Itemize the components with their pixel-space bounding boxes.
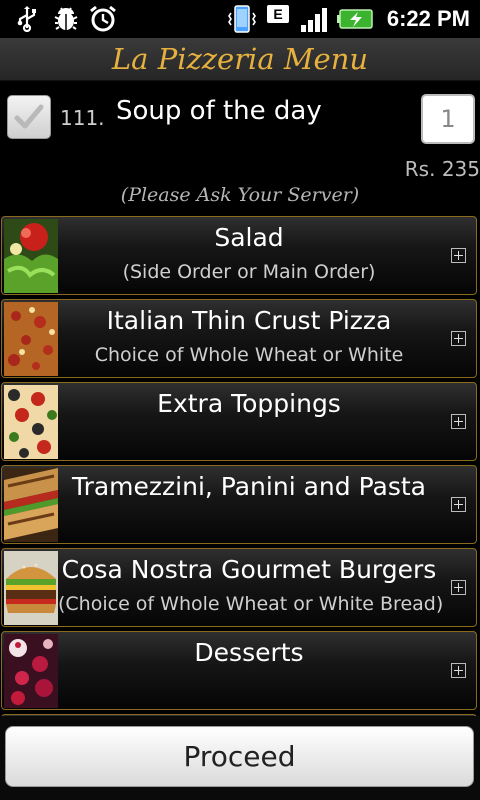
category-title: Salad bbox=[214, 223, 284, 252]
category-pizza[interactable]: Italian Thin Crust Pizza Choice of Whole… bbox=[1, 299, 477, 378]
category-burgers[interactable]: Cosa Nostra Gourmet Burgers (Choice of W… bbox=[1, 548, 477, 627]
proceed-button[interactable]: Proceed bbox=[5, 726, 474, 787]
category-subtitle: (Choice of Whole Wheat or White Bread) bbox=[58, 593, 444, 615]
expand-plus-icon[interactable] bbox=[451, 248, 466, 263]
soup-item-number: 111. bbox=[60, 106, 105, 130]
salad-thumbnail bbox=[4, 219, 58, 293]
quantity-field[interactable]: 1 bbox=[421, 94, 475, 144]
alarm-clock-icon bbox=[86, 3, 120, 35]
server-note: (Please Ask Your Server) bbox=[120, 184, 360, 206]
soup-item-name: Soup of the day bbox=[116, 96, 322, 126]
category-salad[interactable]: Salad (Side Order or Main Order) bbox=[1, 216, 477, 295]
category-title: Italian Thin Crust Pizza bbox=[106, 306, 392, 335]
soup-checkbox[interactable] bbox=[7, 95, 51, 139]
category-subtitle: Choice of Whole Wheat or White bbox=[94, 344, 404, 366]
status-bar: E 6:22 PM bbox=[0, 0, 480, 38]
category-title: Desserts bbox=[194, 638, 304, 667]
category-desserts[interactable]: Desserts bbox=[1, 631, 477, 710]
expand-plus-icon[interactable] bbox=[451, 497, 466, 512]
battery-charging-icon bbox=[336, 3, 376, 35]
category-title: Tramezzini, Panini and Pasta bbox=[71, 472, 426, 501]
clock-time: 6:22 PM bbox=[386, 6, 470, 31]
panini-thumbnail bbox=[4, 468, 58, 542]
category-title: Extra Toppings bbox=[157, 389, 341, 418]
phone-vibrate-icon bbox=[226, 3, 258, 35]
soup-of-the-day-row: 111. Soup of the day 1 Rs. 235 (Please A… bbox=[0, 81, 480, 215]
expand-plus-icon[interactable] bbox=[451, 331, 466, 346]
soup-price: Rs. 235 bbox=[404, 157, 480, 181]
bottom-bar: Proceed bbox=[0, 716, 480, 800]
app-title-bar: La Pizzeria Menu bbox=[0, 38, 480, 81]
category-extra-toppings[interactable]: Extra Toppings bbox=[1, 382, 477, 461]
burger-thumbnail bbox=[4, 551, 58, 625]
expand-plus-icon[interactable] bbox=[451, 663, 466, 678]
category-tramezzini[interactable]: Tramezzini, Panini and Pasta bbox=[1, 465, 477, 544]
checkmark-icon bbox=[14, 104, 44, 129]
dessert-thumbnail bbox=[4, 634, 58, 708]
signal-icon bbox=[298, 3, 332, 35]
toppings-thumbnail bbox=[4, 385, 58, 459]
category-title: Cosa Nostra Gourmet Burgers bbox=[61, 555, 437, 584]
pizza-thumbnail bbox=[4, 302, 58, 376]
category-subtitle: (Side Order or Main Order) bbox=[122, 261, 376, 283]
expand-plus-icon[interactable] bbox=[451, 580, 466, 595]
page-title: La Pizzeria Menu bbox=[111, 42, 369, 76]
expand-plus-icon[interactable] bbox=[451, 414, 466, 429]
edge-network-icon: E bbox=[266, 3, 290, 35]
usb-icon bbox=[14, 3, 40, 35]
menu-category-list: Salad (Side Order or Main Order) Italian… bbox=[0, 216, 480, 722]
debug-bug-icon bbox=[50, 3, 82, 35]
